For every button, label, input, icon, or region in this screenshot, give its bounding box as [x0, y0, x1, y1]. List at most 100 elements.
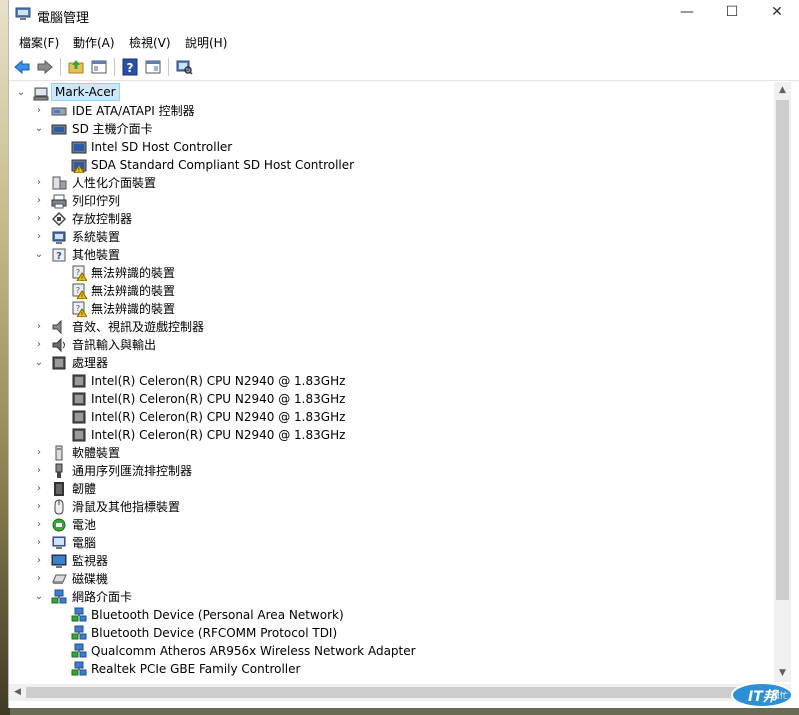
- expand-chevron-icon[interactable]: ›: [33, 534, 45, 552]
- up-folder-icon[interactable]: [67, 58, 85, 76]
- computer-management-window: 電腦管理 — ☐ ✕ 檔案(F) 動作(A) 檢視(V) 說明(H) ? ⌄ M…: [8, 0, 799, 708]
- horizontal-scrollbar[interactable]: ◀ ▶: [9, 684, 774, 701]
- unknown-device-warning-icon: ?!: [72, 265, 87, 281]
- tree-item-label: 無法辨識的裝置: [91, 284, 176, 298]
- svg-text:?: ?: [76, 286, 80, 295]
- tree-item-label: 人性化介面裝置: [72, 176, 157, 190]
- tree-item-label: IDE ATA/ATAPI 控制器: [72, 104, 195, 118]
- printer-icon: [51, 194, 67, 209]
- window-title: 電腦管理: [37, 11, 90, 26]
- audio-io-icon: [52, 337, 65, 353]
- tree-item-label: 監視器: [72, 554, 109, 568]
- tree-item-label: SD 主機介面卡: [72, 122, 153, 136]
- title-bar: 電腦管理 — ☐ ✕: [9, 0, 799, 30]
- expand-chevron-icon[interactable]: ›: [33, 498, 45, 516]
- tree-item-label: Intel(R) Celeron(R) CPU N2940 @ 1.83GHz: [91, 392, 346, 406]
- expand-chevron-icon[interactable]: ›: [33, 210, 45, 228]
- menu-action[interactable]: 動作(A): [73, 34, 115, 51]
- tree-item-label: Intel SD Host Controller: [91, 140, 233, 154]
- back-arrow-icon[interactable]: [13, 58, 31, 76]
- tree-item-label: Bluetooth Device (RFCOMM Protocol TDI): [91, 626, 338, 640]
- tree-item-label: 系統裝置: [72, 230, 121, 244]
- network-adapter-icon: [71, 607, 87, 622]
- expand-chevron-icon[interactable]: ›: [33, 516, 45, 534]
- tree-item-label: Qualcomm Atheros AR956x Wireless Network…: [91, 644, 416, 658]
- forward-arrow-icon[interactable]: [36, 58, 54, 76]
- processor-icon: [52, 356, 66, 370]
- tree-item-label: 其他裝置: [72, 248, 121, 262]
- expand-chevron-icon[interactable]: ›: [33, 552, 45, 570]
- storage-controller-icon: [51, 211, 67, 227]
- scan-hardware-icon[interactable]: [175, 58, 193, 76]
- monitor-icon: [51, 554, 67, 568]
- software-device-icon: [55, 445, 63, 461]
- tree-root-label: Mark-Acer: [51, 83, 120, 101]
- properties-icon[interactable]: [144, 58, 162, 76]
- vertical-scrollbar[interactable]: ▲ ▼: [774, 82, 791, 682]
- expand-chevron-icon[interactable]: ›: [33, 102, 45, 120]
- menu-view[interactable]: 檢視(V): [129, 34, 171, 51]
- expand-chevron-icon[interactable]: ›: [33, 318, 45, 336]
- mouse-icon: [54, 499, 64, 515]
- collapse-chevron-icon[interactable]: ⌄: [33, 354, 45, 372]
- ide-controller-icon: [51, 107, 67, 116]
- scroll-left-arrow-icon[interactable]: ◀: [9, 684, 26, 701]
- expand-chevron-icon[interactable]: ›: [33, 336, 45, 354]
- expand-chevron-icon[interactable]: ›: [33, 480, 45, 498]
- computer-icon: [52, 536, 66, 549]
- tree-item-label: 音訊輸入與輸出: [72, 338, 157, 352]
- other-devices-icon: ?: [52, 248, 66, 262]
- expand-chevron-icon[interactable]: ›: [33, 228, 45, 246]
- maximize-button[interactable]: ☐: [709, 0, 755, 26]
- toolbar-separator: [168, 58, 169, 76]
- toolbar-separator: [60, 58, 61, 76]
- tree-item-label: 電腦: [72, 536, 97, 550]
- tree-item-label: 網路介面卡: [72, 590, 133, 604]
- tree-item-label: Intel(R) Celeron(R) CPU N2940 @ 1.83GHz: [91, 428, 346, 442]
- tree-item-label: 處理器: [72, 356, 109, 370]
- svg-text:!: !: [81, 312, 83, 318]
- watermark-subtext: 幫忙: [772, 691, 788, 700]
- svg-text:!: !: [78, 167, 80, 173]
- collapse-chevron-icon[interactable]: ⌄: [33, 588, 45, 606]
- menu-help[interactable]: 說明(H): [185, 34, 227, 51]
- tree-item-label: 滑鼠及其他指標裝置: [72, 500, 181, 514]
- collapse-chevron-icon[interactable]: ⌄: [33, 120, 45, 138]
- firmware-icon: [54, 482, 64, 496]
- show-hide-tree-icon[interactable]: [90, 58, 108, 76]
- expand-chevron-icon[interactable]: ›: [33, 444, 45, 462]
- expand-chevron-icon[interactable]: ›: [33, 462, 45, 480]
- speaker-icon: [52, 319, 62, 335]
- close-button[interactable]: ✕: [754, 0, 799, 26]
- tree-item-label: 音效、視訊及遊戲控制器: [72, 320, 205, 334]
- expand-chevron-icon[interactable]: ›: [33, 570, 45, 588]
- unknown-device-warning-icon: ?!: [72, 301, 87, 318]
- tree-item-label: 磁碟機: [72, 572, 109, 586]
- svg-text:?: ?: [76, 304, 80, 313]
- cpu-icon: [72, 374, 86, 388]
- sd-host-icon: [51, 124, 67, 135]
- toolbar: ?: [9, 54, 799, 81]
- cpu-icon: [72, 410, 86, 424]
- tree-item-label: Intel(R) Celeron(R) CPU N2940 @ 1.83GHz: [91, 374, 346, 388]
- unknown-device-warning-icon: ?!: [72, 283, 87, 299]
- minimize-button[interactable]: —: [664, 0, 710, 26]
- svg-text:?: ?: [56, 251, 62, 262]
- vertical-scroll-thumb[interactable]: [776, 100, 789, 600]
- tree-item-label: 存放控制器: [72, 212, 133, 226]
- tree-item-label: Intel(R) Celeron(R) CPU N2940 @ 1.83GHz: [91, 410, 346, 424]
- collapse-chevron-icon[interactable]: ⌄: [15, 84, 27, 102]
- tree-item-label: 無法辨識的裝置: [91, 266, 176, 280]
- expand-chevron-icon[interactable]: ›: [33, 174, 45, 192]
- help-icon[interactable]: ?: [121, 58, 139, 76]
- horizontal-scroll-thumb[interactable]: [26, 687, 746, 698]
- sd-card-icon: [71, 141, 87, 154]
- tree-item-label: 電池: [72, 518, 97, 532]
- cpu-icon: [72, 428, 86, 442]
- computer-icon: [33, 87, 49, 101]
- scroll-up-arrow-icon[interactable]: ▲: [774, 82, 791, 99]
- network-adapter-icon: [71, 625, 87, 640]
- collapse-chevron-icon[interactable]: ⌄: [33, 246, 45, 264]
- expand-chevron-icon[interactable]: ›: [33, 192, 45, 210]
- menu-file[interactable]: 檔案(F): [19, 34, 59, 51]
